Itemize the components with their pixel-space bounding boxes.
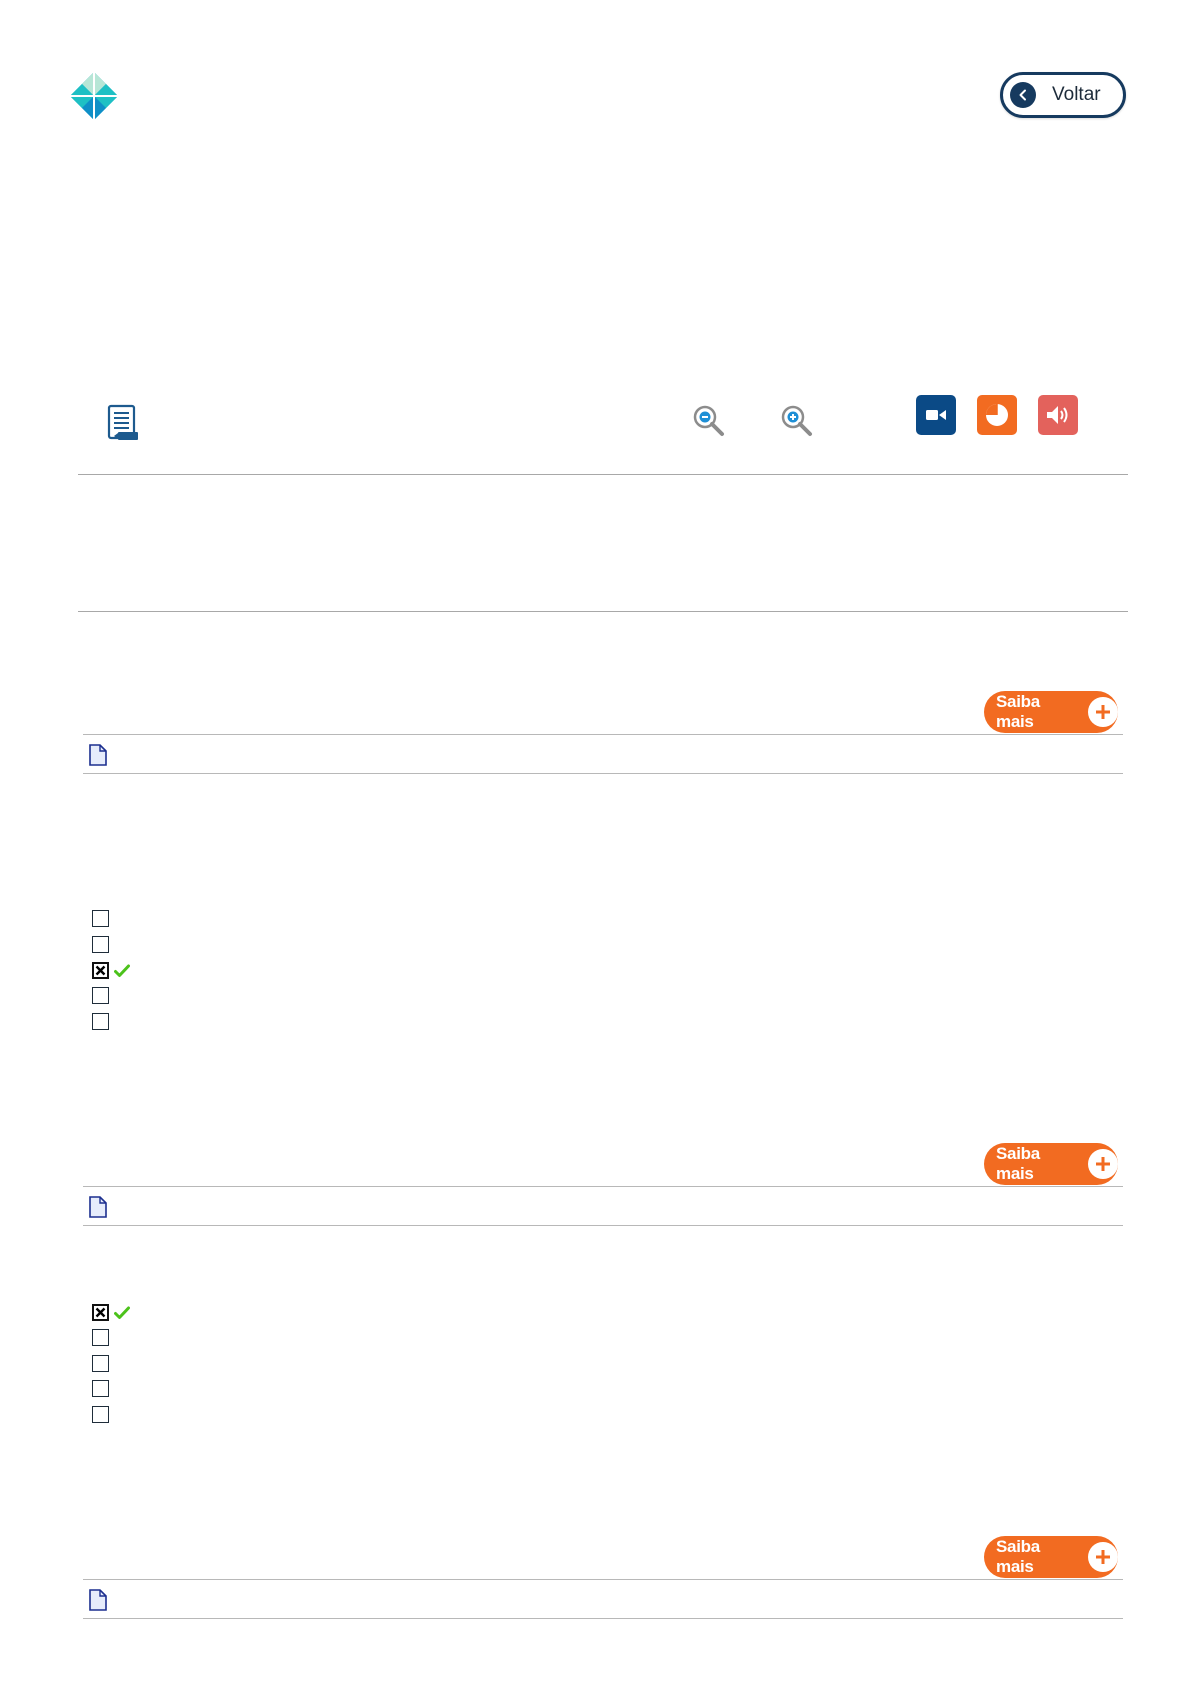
row-divider: [83, 734, 1123, 735]
chevron-left-icon: [1010, 82, 1036, 108]
saiba-mais-button[interactable]: Saiba mais: [984, 1536, 1118, 1578]
back-button-label: Voltar: [1052, 84, 1101, 105]
pie-chart-icon: [986, 404, 1008, 426]
option-checkbox[interactable]: [92, 1406, 109, 1423]
document-icon[interactable]: [88, 1589, 108, 1611]
option-checkbox[interactable]: [92, 1013, 109, 1030]
document-icon[interactable]: [88, 1196, 108, 1218]
section-divider: [78, 611, 1128, 612]
document-list-icon[interactable]: [106, 404, 140, 440]
back-button[interactable]: Voltar: [1000, 72, 1126, 118]
chart-button[interactable]: [977, 395, 1017, 435]
saiba-mais-label: Saiba mais: [996, 1144, 1040, 1183]
saiba-mais-button[interactable]: Saiba mais: [984, 1143, 1118, 1185]
row-divider: [83, 1186, 1123, 1187]
zoom-out-icon[interactable]: [692, 404, 726, 438]
logo-diamond-icon: [70, 72, 118, 120]
correct-check-icon: [114, 964, 130, 978]
plus-icon: [1088, 1149, 1118, 1179]
option-checkbox[interactable]: [92, 1329, 109, 1346]
video-button[interactable]: [916, 395, 956, 435]
speaker-icon: [1047, 406, 1068, 424]
option-checkbox[interactable]: [92, 987, 109, 1004]
saiba-mais-label: Saiba mais: [996, 1537, 1040, 1576]
correct-check-icon: [114, 1306, 130, 1320]
option-checkbox-checked[interactable]: [92, 1304, 109, 1321]
saiba-mais-button[interactable]: Saiba mais: [984, 691, 1118, 733]
row-divider: [83, 1618, 1123, 1619]
toolbar-divider: [78, 474, 1128, 475]
option-checkbox[interactable]: [92, 1355, 109, 1372]
plus-icon: [1088, 697, 1118, 727]
row-divider: [83, 773, 1123, 774]
zoom-in-icon[interactable]: [780, 404, 814, 438]
audio-button[interactable]: [1038, 395, 1078, 435]
option-checkbox[interactable]: [92, 936, 109, 953]
video-camera-icon: [926, 410, 946, 420]
option-checkbox[interactable]: [92, 910, 109, 927]
document-icon[interactable]: [88, 744, 108, 766]
option-checkbox-checked[interactable]: [92, 962, 109, 979]
plus-icon: [1088, 1542, 1118, 1572]
option-checkbox[interactable]: [92, 1380, 109, 1397]
row-divider: [83, 1225, 1123, 1226]
row-divider: [83, 1579, 1123, 1580]
saiba-mais-label: Saiba mais: [996, 692, 1040, 731]
